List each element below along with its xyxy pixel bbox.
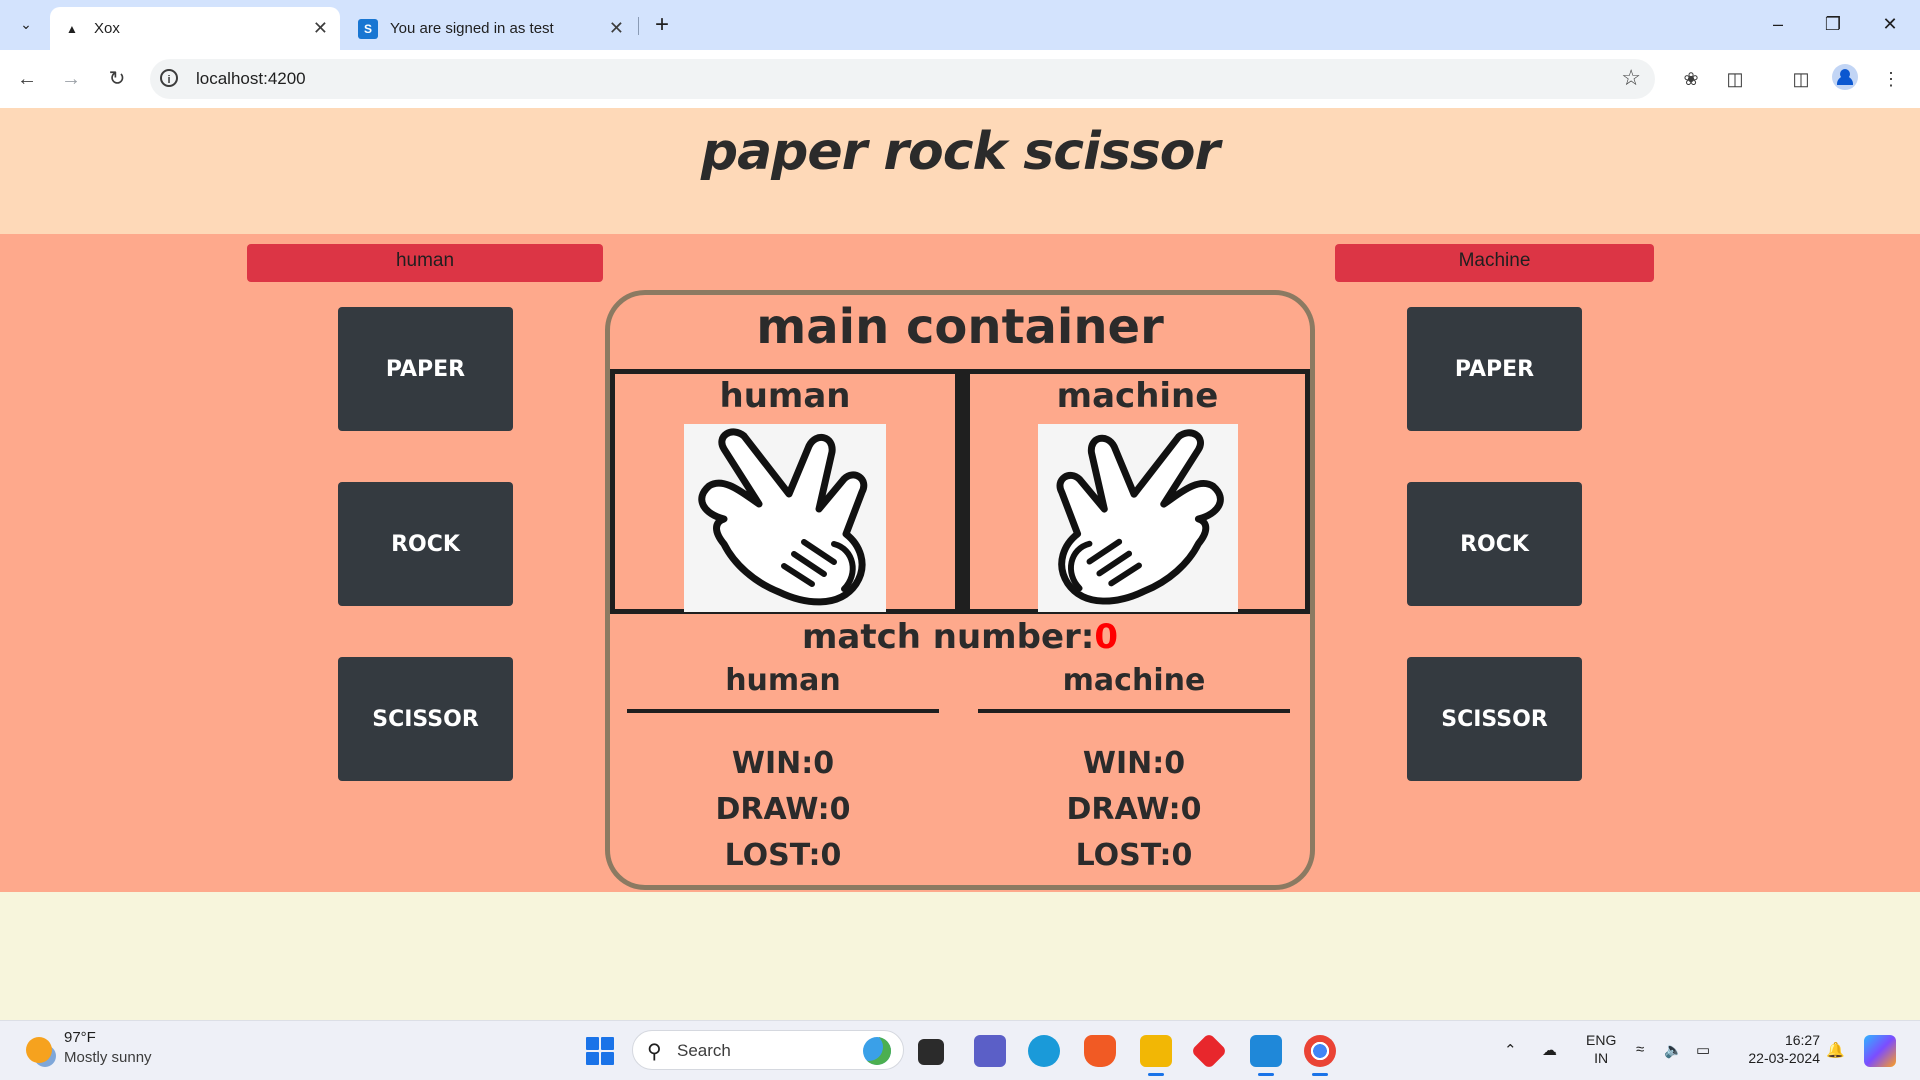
human-label: human [247,244,603,282]
human-hand-panel: human [610,369,960,614]
human-hand-label: human [719,376,851,416]
page-content: paper rock scissor human Machine PAPER R… [0,108,1920,1020]
human-lost: LOST:0 [724,838,842,873]
machine-scissor-hand-image [1038,424,1238,612]
main-container: main container human machine match numbe… [605,290,1315,890]
extension-bug-icon[interactable]: ❀ [1676,64,1706,94]
human-score-header: human [725,663,841,698]
page-header: paper rock scissor [0,108,1920,234]
search-icon: ⚲ [647,1041,662,1063]
wifi-icon[interactable]: ≈ [1636,1041,1644,1058]
url-text[interactable]: localhost:4200 [196,69,306,89]
human-win: WIN:0 [731,746,835,781]
reload-icon[interactable]: ↻ [102,64,132,94]
machine-label: Machine [1335,244,1654,282]
site-info-icon[interactable]: i [160,69,178,87]
language-code: ENG [1586,1032,1617,1048]
forward-icon[interactable]: → [56,64,86,94]
address-bar[interactable]: i localhost:4200 ☆ [150,59,1655,99]
machine-paper-button[interactable]: PAPER [1407,307,1582,431]
show-hidden-icons-chevron[interactable]: ⌃ [1504,1041,1517,1059]
main-container-title: main container [756,299,1164,355]
brave-browser-icon[interactable] [1084,1035,1116,1067]
system-clock[interactable]: 16:27 22-03-2024 [1736,1031,1820,1067]
search-highlight-globe-icon [863,1037,891,1065]
language-indicator[interactable]: ENG IN [1586,1031,1616,1067]
machine-draw: DRAW:0 [1066,792,1202,827]
scissor-hand-icon [698,428,868,606]
s-icon: S [358,18,378,39]
weather-description[interactable]: Mostly sunny [64,1049,152,1066]
human-paper-button[interactable]: PAPER [338,307,513,431]
side-panel-icon[interactable]: ◫ [1786,64,1816,94]
human-rock-button[interactable]: ROCK [338,482,513,606]
machine-hand-panel: machine [960,369,1310,614]
machine-rock-button[interactable]: ROCK [1407,482,1582,606]
tab-divider [638,17,639,35]
extensions-puzzle-icon[interactable]: ◫ [1720,64,1750,94]
tab-signed-in[interactable]: S You are signed in as test ✕ [346,7,636,50]
machine-scissor-button[interactable]: SCISSOR [1407,657,1582,781]
angular-icon: ▲ [62,18,82,39]
edge-browser-icon[interactable] [1028,1035,1060,1067]
back-icon[interactable]: ← [12,64,42,94]
volume-icon[interactable]: 🔈 [1664,1041,1683,1059]
close-tab-icon[interactable]: ✕ [313,18,328,39]
file-explorer-icon[interactable] [1140,1035,1172,1076]
chrome-icon[interactable] [1304,1035,1336,1076]
language-region: IN [1594,1050,1609,1066]
divider [978,709,1290,713]
match-number-label: match number: [801,617,1095,657]
close-tab-icon[interactable]: ✕ [609,18,624,39]
minimize-icon[interactable]: – [1758,8,1798,40]
task-view-icon[interactable] [918,1039,944,1065]
teams-chat-icon[interactable] [974,1035,1006,1067]
human-scissor-hand-image [684,424,886,612]
windows-start-icon[interactable] [586,1037,614,1065]
onedrive-cloud-icon[interactable]: ☁ [1542,1041,1557,1059]
tab-title: Xox [94,20,120,37]
new-tab-button[interactable]: + [650,10,674,40]
human-scissor-button[interactable]: SCISSOR [338,657,513,781]
close-window-icon[interactable]: ✕ [1870,8,1910,40]
tab-title: You are signed in as test [390,20,554,37]
weather-temperature[interactable]: 97°F [64,1029,96,1046]
tab-xox[interactable]: ▲ Xox ✕ [50,7,340,50]
clock-time: 16:27 [1784,1032,1820,1048]
more-menu-icon[interactable]: ⋮ [1876,64,1906,94]
vscode-icon[interactable] [1250,1035,1282,1076]
clock-date: 22-03-2024 [1748,1050,1820,1066]
divider [627,709,939,713]
machine-hand-label: machine [1056,376,1219,416]
taskbar-search[interactable]: ⚲ Search [632,1030,904,1070]
human-draw: DRAW:0 [715,792,851,827]
battery-icon[interactable]: ▭ [1696,1041,1710,1059]
human-score-column: human WIN:0 DRAW:0 LOST:0 [627,663,939,879]
machine-score-header: machine [1062,663,1206,698]
search-placeholder: Search [677,1041,731,1060]
scissor-hand-icon [1056,429,1224,605]
machine-score-column: machine WIN:0 DRAW:0 LOST:0 [978,663,1290,879]
copilot-icon[interactable] [1864,1035,1896,1067]
weather-sun-icon[interactable] [26,1037,52,1063]
tab-strip: ⌄ ▲ Xox ✕ S You are signed in as test ✕ … [0,0,1920,50]
tab-search-chevron-icon[interactable]: ⌄ [12,10,40,38]
restore-icon[interactable]: ❐ [1813,8,1853,40]
browser-toolbar: ← → ↻ i localhost:4200 ☆ ❀ ◫ ◫ ⋮ [0,50,1920,108]
taskbar: 97°F Mostly sunny ⚲ Search ⌃ ☁ ENG IN ≈ … [0,1020,1920,1080]
match-number-value: 0 [1094,617,1119,657]
red-diamond-app-icon[interactable] [1190,1032,1228,1070]
bookmark-star-icon[interactable]: ☆ [1621,65,1641,91]
machine-lost: LOST:0 [1075,838,1193,873]
machine-win: WIN:0 [1082,746,1186,781]
match-number: match number:0 [610,617,1310,657]
page-title: paper rock scissor [700,122,1220,182]
profile-avatar-icon[interactable] [1832,64,1858,90]
notification-bell-icon[interactable]: 🔔 [1826,1041,1845,1059]
